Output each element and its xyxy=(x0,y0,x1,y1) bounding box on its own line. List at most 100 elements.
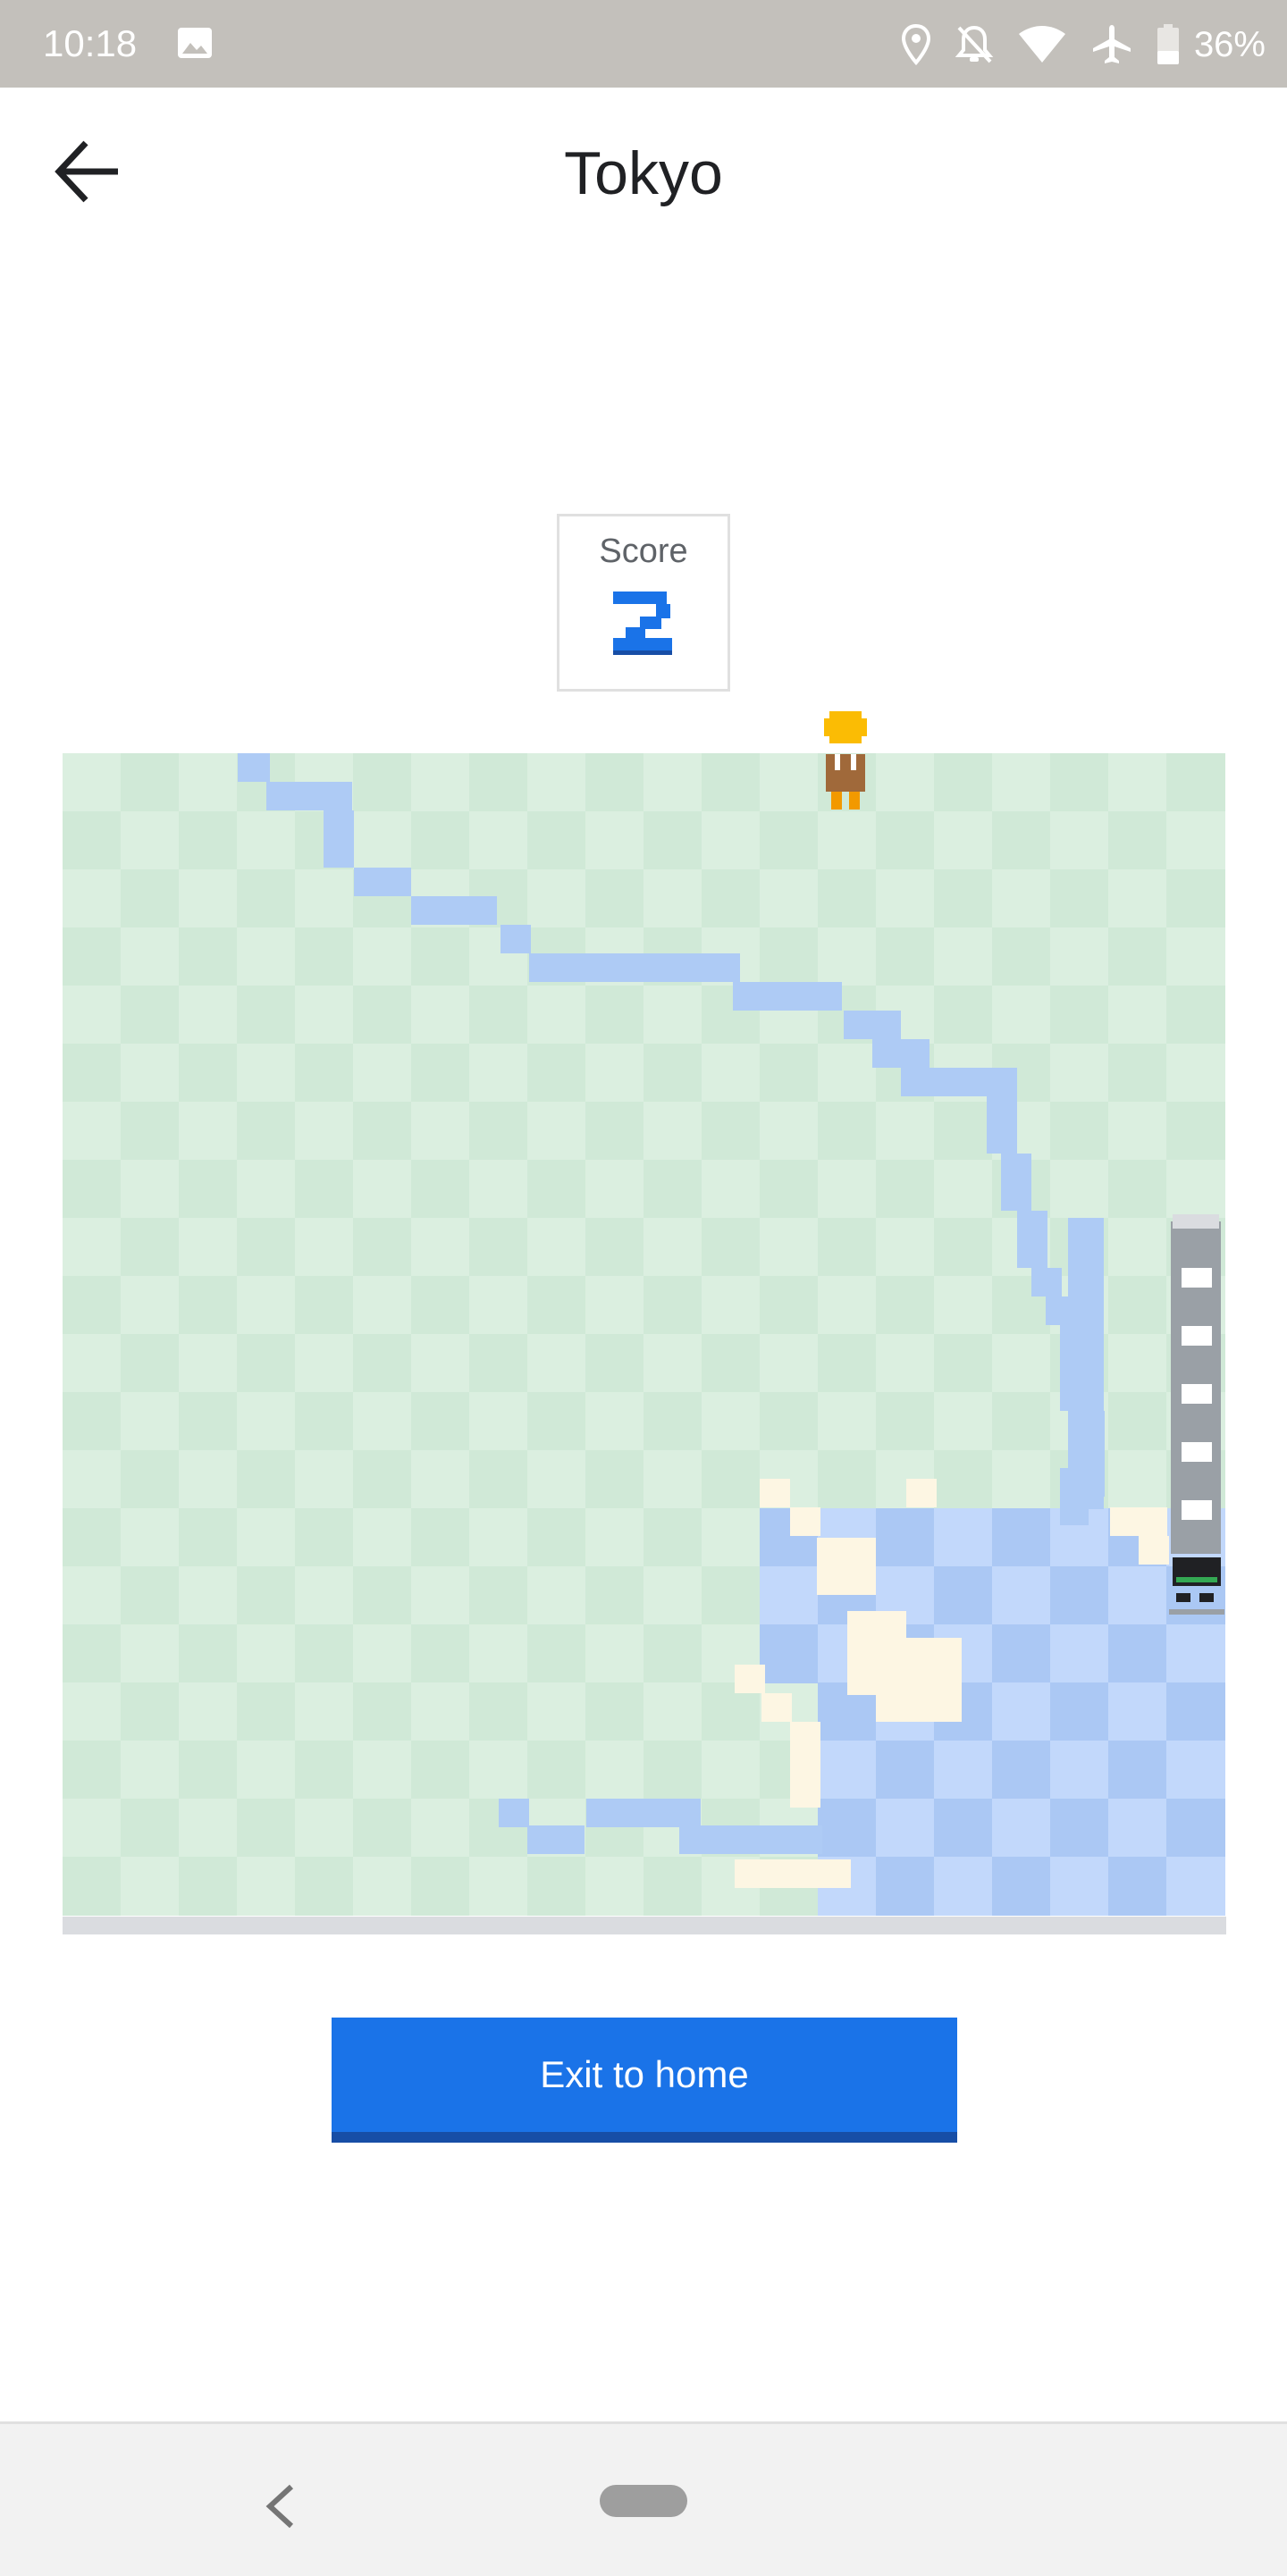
grass-tile xyxy=(121,1044,180,1103)
location-icon xyxy=(901,24,930,65)
grass-tile xyxy=(1050,753,1109,812)
grass-tile xyxy=(411,1218,470,1277)
grass-tile xyxy=(237,1508,296,1567)
wifi-icon xyxy=(1018,26,1065,63)
grass-tile xyxy=(702,1741,761,1800)
grass-tile xyxy=(644,986,702,1045)
grass-tile xyxy=(121,1799,180,1858)
river-segment xyxy=(733,982,842,1011)
exit-to-home-button[interactable]: Exit to home xyxy=(332,2018,957,2143)
grass-tile xyxy=(527,1857,586,1916)
grass-tile xyxy=(934,1450,993,1509)
grass-tile xyxy=(702,1218,761,1277)
sand-patch xyxy=(906,1479,937,1507)
grass-tile xyxy=(353,1450,412,1509)
grass-tile xyxy=(353,753,412,812)
river-segment xyxy=(238,753,270,782)
board-floor xyxy=(63,1917,1226,1934)
grass-tile xyxy=(934,753,993,812)
grass-tile xyxy=(585,1102,644,1161)
grass-tile xyxy=(121,1334,180,1393)
sand-patch xyxy=(876,1691,962,1722)
sand-patch xyxy=(817,1538,876,1595)
grass-tile xyxy=(527,1450,586,1509)
grass-tile xyxy=(63,1508,122,1567)
game-board[interactable] xyxy=(63,753,1226,1933)
grass-tile xyxy=(295,1044,354,1103)
grass-tile xyxy=(1166,927,1225,986)
grass-tile xyxy=(295,869,354,928)
water-tile xyxy=(876,1799,935,1858)
water-tile xyxy=(876,1741,935,1800)
grass-tile xyxy=(585,1450,644,1509)
grass-tile xyxy=(121,1682,180,1741)
water-tile xyxy=(992,1857,1051,1916)
water-tile xyxy=(992,1799,1051,1858)
grass-tile xyxy=(411,753,470,812)
grass-tile xyxy=(179,1044,238,1103)
grass-tile xyxy=(63,1682,122,1741)
grass-tile xyxy=(469,1857,528,1916)
grass-tile xyxy=(644,1857,702,1916)
train-stripe xyxy=(1176,1577,1217,1582)
river-segment xyxy=(1060,1468,1089,1525)
river-segment xyxy=(411,896,497,925)
grass-tile xyxy=(411,1741,470,1800)
grass-tile xyxy=(237,1799,296,1858)
water-tile xyxy=(934,1857,993,1916)
grass-tile xyxy=(411,811,470,870)
grass-tile xyxy=(353,1334,412,1393)
grass-tile xyxy=(644,1102,702,1161)
grass-tile xyxy=(644,1218,702,1277)
grass-tile xyxy=(63,1392,122,1451)
grass-tile xyxy=(121,1566,180,1625)
grass-tile xyxy=(295,1799,354,1858)
nav-home-pill[interactable] xyxy=(600,2485,687,2517)
grass-tile xyxy=(353,1392,412,1451)
grass-tile xyxy=(237,1624,296,1683)
grass-tile xyxy=(702,1450,761,1509)
grass-tile xyxy=(63,927,122,986)
grass-tile xyxy=(469,1160,528,1219)
river-segment xyxy=(1031,1268,1062,1296)
water-tile xyxy=(992,1624,1051,1683)
grass-tile xyxy=(295,1566,354,1625)
grass-tile xyxy=(353,1799,412,1858)
grass-tile xyxy=(585,1682,644,1741)
grass-tile xyxy=(121,1857,180,1916)
grass-tile xyxy=(469,1218,528,1277)
grass-tile xyxy=(63,811,122,870)
grass-tile xyxy=(411,1334,470,1393)
grass-tile xyxy=(934,1392,993,1451)
grass-tile xyxy=(1108,1102,1167,1161)
grass-tile xyxy=(295,1276,354,1335)
nav-back-icon[interactable] xyxy=(259,2478,299,2535)
sand-patch xyxy=(1110,1507,1167,1536)
grass-tile xyxy=(1108,1044,1167,1103)
grass-tile xyxy=(702,1044,761,1103)
grass-tile xyxy=(585,1566,644,1625)
grass-tile xyxy=(992,869,1051,928)
grass-tile xyxy=(63,1741,122,1800)
grass-tile xyxy=(411,1276,470,1335)
grass-tile xyxy=(237,1218,296,1277)
status-time: 10:18 xyxy=(43,22,138,64)
grass-tile xyxy=(585,1044,644,1103)
water-tile xyxy=(1108,1566,1167,1625)
water-tile xyxy=(1108,1799,1167,1858)
grass-tile xyxy=(585,1624,644,1683)
battery-icon xyxy=(1157,24,1179,64)
grass-tile xyxy=(469,1682,528,1741)
grass-tile xyxy=(992,1334,1051,1393)
grass-tile xyxy=(63,1857,122,1916)
grass-tile xyxy=(644,1566,702,1625)
grass-tile xyxy=(237,1682,296,1741)
water-tile xyxy=(818,1741,877,1800)
grass-tile xyxy=(179,986,238,1045)
grass-tile xyxy=(876,1102,935,1161)
grass-tile xyxy=(295,986,354,1045)
grass-tile xyxy=(121,1102,180,1161)
grass-tile xyxy=(1108,1392,1167,1451)
grass-tile xyxy=(353,986,412,1045)
grass-tile xyxy=(295,927,354,986)
